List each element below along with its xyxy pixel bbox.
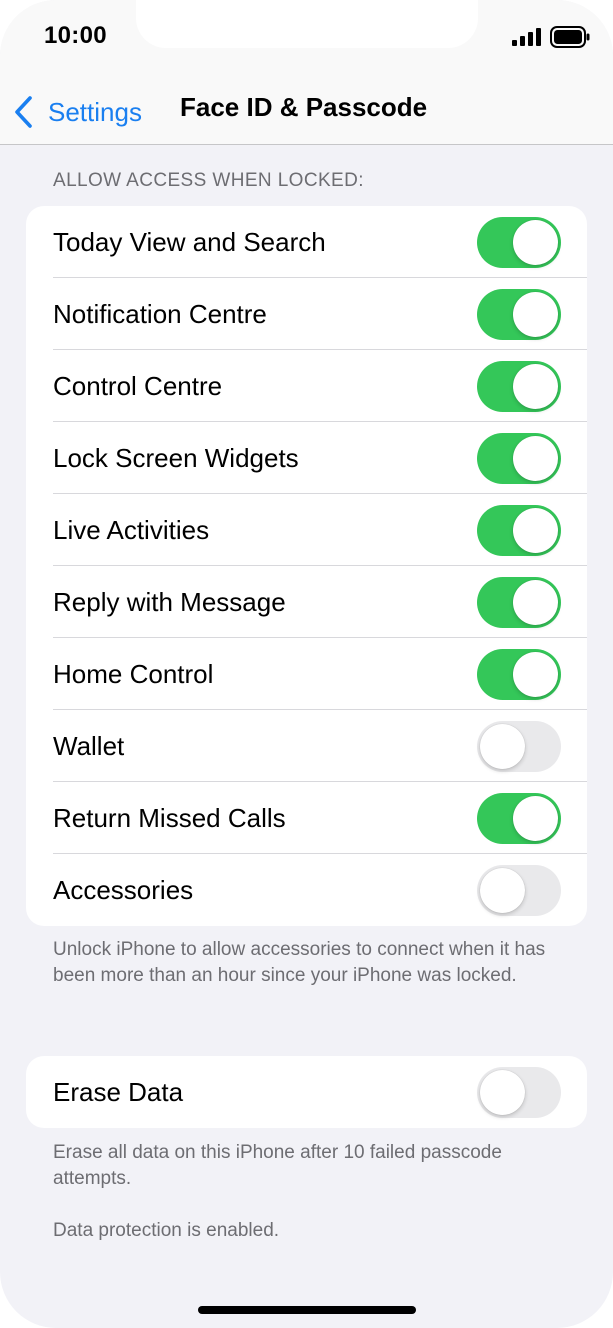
toggle-knob xyxy=(513,364,558,409)
list-item-label: Live Activities xyxy=(53,514,210,545)
list-item-control-centre: Control Centre xyxy=(26,350,587,422)
list-item-label: Return Missed Calls xyxy=(53,802,286,833)
toggle-knob xyxy=(480,724,525,769)
toggle-knob xyxy=(513,508,558,553)
allow-access-list: Today View and Search Notification Centr… xyxy=(26,206,587,926)
section-header-allow-access: ALLOW ACCESS WHEN LOCKED: xyxy=(53,170,364,191)
accessories-footnote: Unlock iPhone to allow accessories to co… xyxy=(53,939,546,986)
list-item-label: Notification Centre xyxy=(53,298,267,329)
toggle-knob xyxy=(480,1070,525,1115)
list-item-notification-centre: Notification Centre xyxy=(26,278,587,350)
home-indicator[interactable] xyxy=(198,1306,416,1314)
list-item-label: Control Centre xyxy=(53,370,223,401)
erase-data-footnote: Erase all data on this iPhone after 10 f… xyxy=(53,1142,502,1189)
list-item-live-activities: Live Activities xyxy=(26,494,587,566)
navigation-bar: Settings Face ID & Passcode xyxy=(0,80,613,145)
list-item-label: Home Control xyxy=(53,658,214,689)
data-protection-status: Data protection is enabled. xyxy=(53,1220,280,1241)
list-item-label: Reply with Message xyxy=(53,586,286,617)
list-item-label: Lock Screen Widgets xyxy=(53,442,299,473)
list-item-label: Today View and Search xyxy=(53,226,326,257)
toggle-knob xyxy=(513,292,558,337)
toggle-knob xyxy=(513,652,558,697)
list-item-wallet: Wallet xyxy=(26,710,587,782)
toggle-knob xyxy=(480,868,525,913)
chevron-left-icon xyxy=(15,96,32,128)
erase-data-group: Erase Data xyxy=(26,1056,587,1128)
page-title: Face ID & Passcode xyxy=(180,92,428,122)
reply-with-message-toggle[interactable] xyxy=(477,577,561,628)
status-bar: 10:00 xyxy=(0,0,613,80)
notch xyxy=(136,0,478,48)
list-item-home-control: Home Control xyxy=(26,638,587,710)
back-button-label: Settings xyxy=(48,96,142,127)
list-item-label: Erase Data xyxy=(53,1076,184,1107)
list-item-accessories: Accessories xyxy=(26,854,587,926)
today-view-toggle[interactable] xyxy=(477,217,561,268)
list-item-reply-with-message: Reply with Message xyxy=(26,566,587,638)
status-time: 10:00 xyxy=(44,22,107,49)
erase-data-toggle[interactable] xyxy=(477,1067,561,1118)
phone-screen: 10:00 Settings Face ID & Passcode ALLOW … xyxy=(0,0,613,1328)
list-item-erase-data: Erase Data xyxy=(26,1056,587,1128)
toggle-knob xyxy=(513,796,558,841)
wallet-toggle[interactable] xyxy=(477,721,561,772)
list-item-return-missed-calls: Return Missed Calls xyxy=(26,782,587,854)
toggle-knob xyxy=(513,436,558,481)
return-missed-calls-toggle[interactable] xyxy=(477,793,561,844)
notification-centre-toggle[interactable] xyxy=(477,289,561,340)
lock-screen-widgets-toggle[interactable] xyxy=(477,433,561,484)
list-item-lock-screen-widgets: Lock Screen Widgets xyxy=(26,422,587,494)
control-centre-toggle[interactable] xyxy=(477,361,561,412)
battery-icon xyxy=(550,26,590,48)
toggle-knob xyxy=(513,220,558,265)
cellular-signal-icon xyxy=(512,28,541,46)
list-item-label: Wallet xyxy=(53,730,125,761)
accessories-toggle[interactable] xyxy=(477,865,561,916)
back-button[interactable]: Settings xyxy=(12,92,142,132)
home-control-toggle[interactable] xyxy=(477,649,561,700)
live-activities-toggle[interactable] xyxy=(477,505,561,556)
list-item-label: Accessories xyxy=(53,874,194,905)
list-item-today-view: Today View and Search xyxy=(26,206,587,278)
toggle-knob xyxy=(513,580,558,625)
